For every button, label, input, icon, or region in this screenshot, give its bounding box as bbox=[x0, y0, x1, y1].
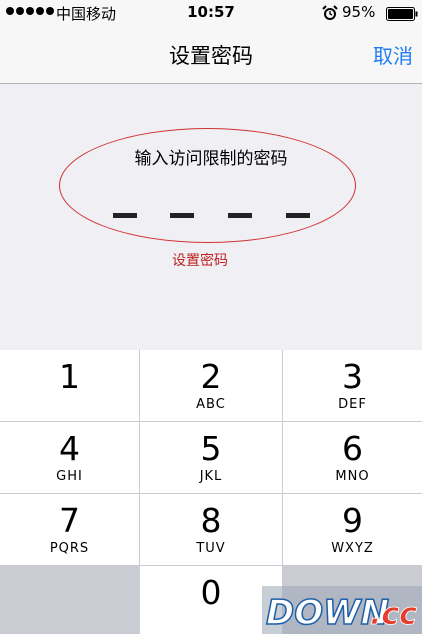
key-9[interactable]: 9 WXYZ bbox=[283, 494, 422, 565]
key-0[interactable]: 0 bbox=[140, 566, 282, 634]
battery-icon bbox=[386, 7, 418, 21]
key-letters: ABC bbox=[196, 397, 226, 412]
key-1[interactable]: 1 bbox=[0, 350, 139, 421]
key-letters: DEF bbox=[338, 397, 367, 412]
key-digit: 5 bbox=[200, 429, 222, 468]
key-6[interactable]: 6 MNO bbox=[283, 422, 422, 493]
key-4[interactable]: 4 GHI bbox=[0, 422, 139, 493]
key-digit: 4 bbox=[59, 429, 80, 468]
down-cc-watermark-logo: DOWN .cc bbox=[262, 586, 422, 634]
key-digit: 9 bbox=[342, 501, 363, 540]
key-7[interactable]: 7 PQRS bbox=[0, 494, 139, 565]
highlight-ellipse bbox=[59, 128, 356, 243]
key-digit: 6 bbox=[342, 429, 363, 468]
annotation-label: 设置密码 bbox=[172, 253, 228, 269]
key-empty-left bbox=[0, 566, 139, 634]
passcode-slot bbox=[113, 213, 137, 218]
key-letters: WXYZ bbox=[331, 541, 374, 556]
key-letters: MNO bbox=[335, 469, 370, 484]
passcode-slot bbox=[286, 213, 310, 218]
status-bar: 中国移动 10:57 95% bbox=[0, 0, 422, 26]
key-3[interactable]: 3 DEF bbox=[283, 350, 422, 421]
key-digit: 8 bbox=[200, 501, 222, 540]
cancel-button[interactable]: 取消 bbox=[373, 40, 413, 69]
key-letters: TUV bbox=[196, 541, 226, 556]
passcode-slot bbox=[228, 213, 252, 218]
key-8[interactable]: 8 TUV bbox=[140, 494, 282, 565]
key-5[interactable]: 5 JKL bbox=[140, 422, 282, 493]
key-digit: 1 bbox=[59, 357, 80, 396]
key-letters: GHI bbox=[56, 469, 83, 484]
page-title: 设置密码 bbox=[169, 44, 253, 68]
passcode-slot bbox=[170, 213, 194, 218]
battery-percentage: 95% bbox=[342, 3, 376, 21]
key-digit: 0 bbox=[200, 573, 222, 612]
key-letters: PQRS bbox=[49, 541, 90, 556]
navigation-bar: 设置密码 取消 bbox=[0, 26, 422, 84]
key-digit: 2 bbox=[200, 357, 222, 396]
alarm-clock-icon bbox=[322, 5, 338, 20]
key-letters: JKL bbox=[199, 469, 223, 484]
key-digit: 7 bbox=[59, 501, 80, 540]
key-digit: 3 bbox=[342, 357, 363, 396]
key-2[interactable]: 2 ABC bbox=[140, 350, 282, 421]
svg-text:.cc: .cc bbox=[370, 597, 417, 632]
